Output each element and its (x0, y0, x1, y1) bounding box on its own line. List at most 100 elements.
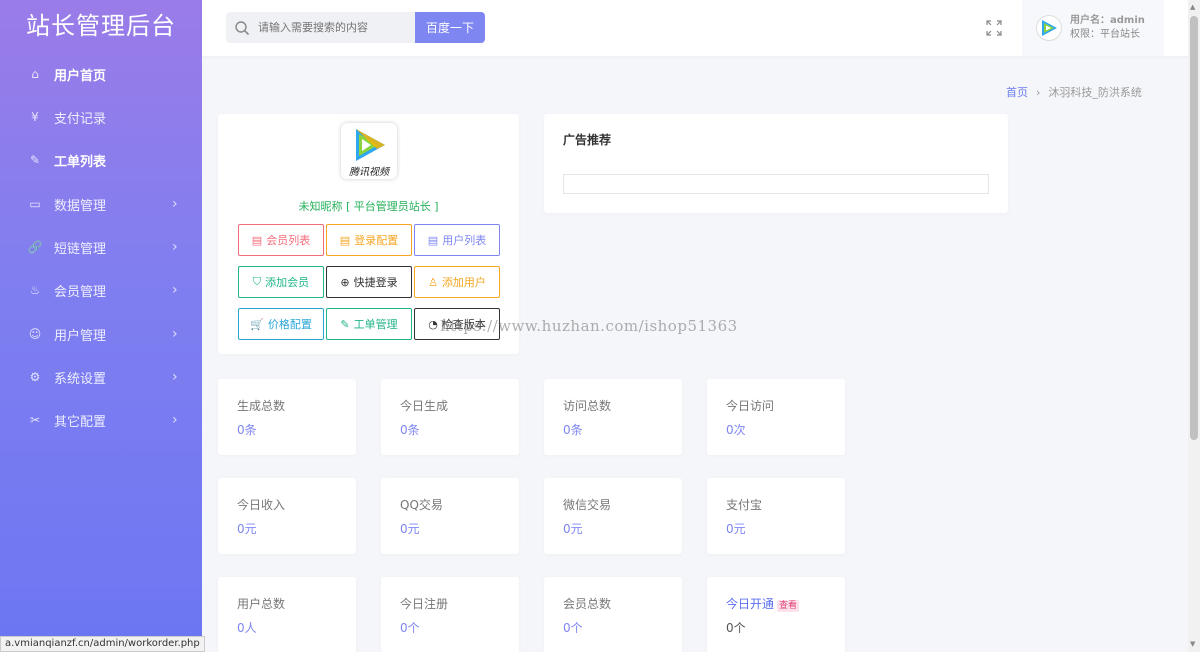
stat-label-text: 用户总数 (237, 597, 286, 611)
sidebar-item-label: 数据管理 (54, 198, 107, 214)
breadcrumb-current: 沐羽科技_防洪系统 (1048, 86, 1142, 99)
stat-label: 生成总数 (237, 397, 285, 414)
fire-icon: ♨ (29, 283, 41, 297)
breadcrumb-separator-icon: › (1036, 86, 1041, 99)
stat-value: 0个 (726, 621, 746, 635)
stat-value: 0人 (237, 621, 257, 635)
stat-card: 今日注册 0个 (381, 577, 519, 652)
doc-icon: ▤ (339, 233, 351, 247)
stat-card: 今日生成 0条 (381, 379, 519, 455)
gauge-icon: ◔ (428, 317, 438, 331)
quick-action-button[interactable]: ⊕ 快捷登录 (326, 266, 412, 298)
stat-label-text: 微信交易 (563, 498, 612, 512)
sidebar-item-label: 会员管理 (54, 284, 107, 300)
quick-action-button[interactable]: ▤ 登录配置 (326, 224, 412, 256)
stat-label-text: 今日收入 (237, 498, 286, 512)
stat-label: 微信交易 (563, 496, 611, 513)
quick-action-label: 会员列表 (266, 234, 311, 247)
yen-icon: ¥ (31, 110, 39, 124)
search-button[interactable]: 百度一下 (415, 12, 485, 43)
sidebar-item[interactable]: ▭ 数据管理 › (0, 184, 202, 224)
stat-label-text: 今日开通 (726, 597, 775, 611)
status-url: a.vmianqianzf.cn/admin/workorder.php (0, 636, 205, 652)
scrollbar-thumb[interactable] (1190, 16, 1198, 440)
stat-label[interactable]: 今日开通 查看 (726, 595, 800, 612)
fullscreen-icon[interactable] (986, 20, 1002, 36)
chevron-right-icon: › (172, 196, 178, 212)
top-bar: 百度一下 用户名：admin 权限：平台站长 (202, 0, 1188, 56)
edit-icon: ✎ (29, 153, 41, 167)
stat-card: 支付宝 0元 (707, 478, 845, 554)
app-title: 站长管理后台 (26, 12, 176, 40)
quick-action-label: 工单管理 (353, 318, 398, 331)
sidebar-item[interactable]: ⌂ 用户首页 (0, 54, 202, 94)
search-box (226, 12, 416, 43)
user-icon: ♙ (428, 275, 438, 289)
stat-label: 用户总数 (237, 595, 285, 612)
breadcrumb-home[interactable]: 首页 (1006, 86, 1028, 99)
calendar-icon: ▭ (29, 197, 41, 211)
stat-card: QQ交易 0元 (381, 478, 519, 554)
quick-action-button[interactable]: 🛒 价格配置 (238, 308, 324, 340)
stat-card: 访问总数 0条 (544, 379, 682, 455)
stat-label: QQ交易 (400, 496, 443, 513)
sidebar-item[interactable]: ♨ 会员管理 › (0, 270, 202, 310)
stat-value: 0元 (563, 522, 583, 536)
stat-label-text: QQ交易 (400, 498, 443, 512)
sidebar-item[interactable]: ✂ 其它配置 › (0, 400, 202, 440)
stat-value: 0元 (237, 522, 257, 536)
scroll-up-arrow-icon[interactable]: ▲ (1190, 3, 1195, 11)
watermark: https://www.huzhan.com/ishop51363 (440, 317, 738, 335)
stat-label: 今日注册 (400, 595, 448, 612)
stat-label-text: 访问总数 (563, 399, 612, 413)
sidebar-item-label: 短链管理 (54, 241, 107, 257)
cart-icon: 🛒 (250, 317, 264, 331)
quick-action-button[interactable]: ✎ 工单管理 (326, 308, 412, 340)
quick-action-button[interactable]: ▤ 会员列表 (238, 224, 324, 256)
search-icon (235, 20, 250, 35)
tencent-video-play-icon (356, 129, 385, 161)
logo-text: 腾讯视频 (349, 167, 389, 178)
shield-icon: ⛉ (252, 275, 262, 288)
edit-icon: ✎ (340, 317, 350, 331)
sidebar-item[interactable]: ⚙ 系统设置 › (0, 357, 202, 397)
stat-label-text: 今日注册 (400, 597, 449, 611)
quick-action-label: 添加用户 (441, 276, 486, 289)
user-info: 用户名：admin 权限：平台站长 (1070, 14, 1145, 42)
stat-card: 用户总数 0人 (218, 577, 356, 652)
chevron-right-icon: › (172, 239, 178, 255)
view-tag[interactable]: 查看 (777, 600, 800, 612)
chevron-right-icon: › (172, 326, 178, 342)
quick-action-button[interactable]: ⛉ 添加会员 (238, 266, 324, 298)
tools-icon: ✂ (29, 413, 41, 427)
quick-action-button[interactable]: ▤ 用户列表 (414, 224, 500, 256)
user-name: 用户名：admin (1070, 15, 1145, 26)
ad-title: 广告推荐 (563, 133, 612, 147)
chevron-right-icon: › (172, 369, 178, 385)
stat-label-text: 今日访问 (726, 399, 775, 413)
stat-value: 0条 (563, 423, 583, 437)
sidebar-item[interactable]: ✎ 工单列表 (0, 140, 202, 180)
ad-content-box (563, 174, 989, 194)
quick-action-label: 登录配置 (354, 234, 399, 247)
quick-action-label: 快捷登录 (353, 276, 398, 289)
stat-value: 0次 (726, 423, 746, 437)
stat-value: 0个 (400, 621, 420, 635)
stat-value: 0条 (237, 423, 257, 437)
quick-action-button[interactable]: ♙ 添加用户 (414, 266, 500, 298)
user-menu[interactable]: 用户名：admin 权限：平台站长 (1022, 0, 1164, 56)
sidebar-item[interactable]: 🔗 短链管理 › (0, 227, 202, 267)
page-scrollbar[interactable]: ▲ ▼ (1188, 0, 1200, 652)
sidebar-item-label: 其它配置 (54, 414, 107, 430)
quick-action-label: 价格配置 (267, 318, 312, 331)
stat-label-text: 今日生成 (400, 399, 449, 413)
search-input[interactable] (258, 21, 408, 34)
sidebar-item[interactable]: ☺ 用户管理 › (0, 314, 202, 354)
sidebar-item[interactable]: ¥ 支付记录 (0, 97, 202, 137)
scroll-down-arrow-icon[interactable]: ▼ (1190, 640, 1195, 648)
user-icon: ☺ (28, 327, 42, 341)
nickname: 未知昵称 [ 平台管理员站长 ] (298, 200, 439, 213)
stat-card: 会员总数 0个 (544, 577, 682, 652)
stat-card: 今日开通 查看 0个 (707, 577, 845, 652)
stat-card: 生成总数 0条 (218, 379, 356, 455)
